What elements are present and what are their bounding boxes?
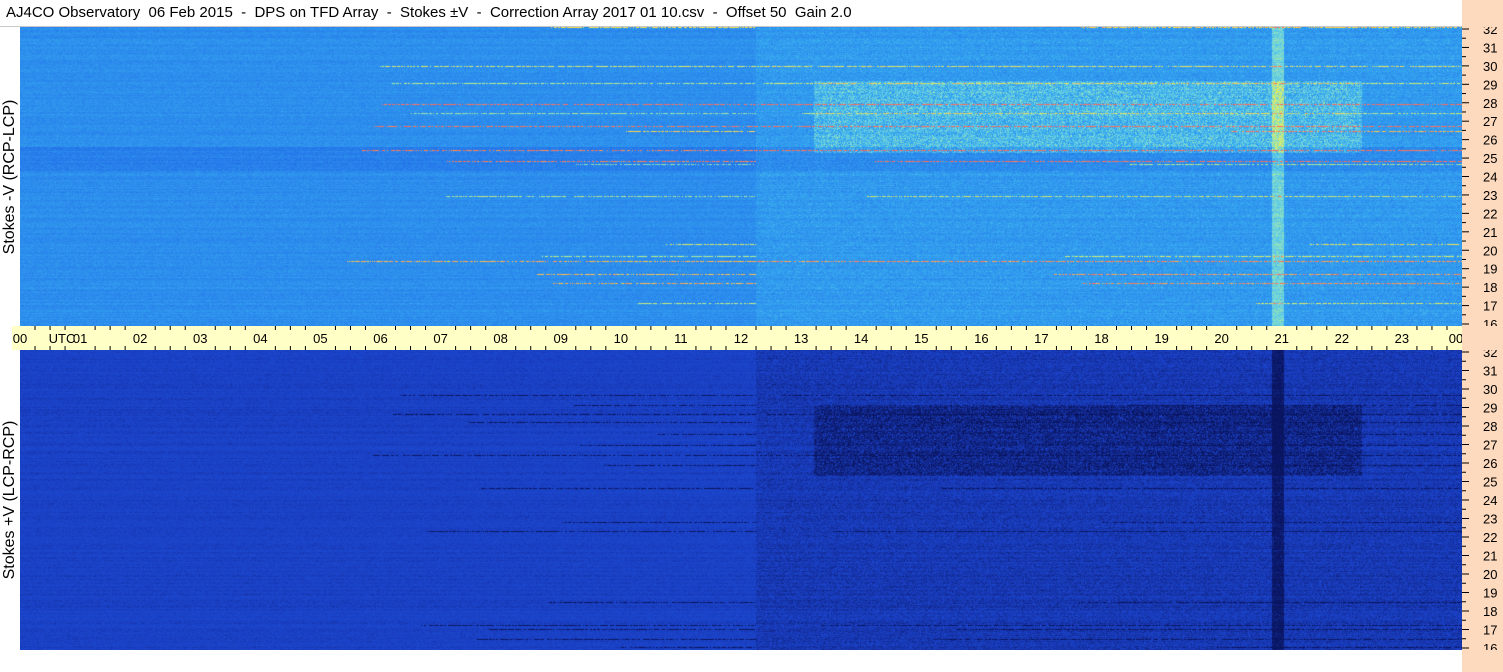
freq-tick-label: 27 xyxy=(1483,114,1497,129)
time-tick-label: 06 xyxy=(373,331,387,346)
freq-tick-label: 32 xyxy=(1483,27,1497,37)
time-tick-label: 01 xyxy=(73,331,87,346)
freq-tick-label: 24 xyxy=(1483,170,1497,185)
time-tick-label: 19 xyxy=(1154,331,1168,346)
top-ylabel-area: Stokes -V (RCP-LCP) xyxy=(0,27,20,326)
freq-tick-label: 18 xyxy=(1483,280,1497,295)
chart-title: AJ4CO Observatory 06 Feb 2015 - DPS on T… xyxy=(6,4,852,21)
time-tick-label: 14 xyxy=(854,331,868,346)
time-tick-label: 07 xyxy=(433,331,447,346)
time-tick-label: 09 xyxy=(554,331,568,346)
time-tick-label: 02 xyxy=(133,331,147,346)
freq-tick-label: 29 xyxy=(1483,401,1497,416)
freq-tick-label: 19 xyxy=(1483,262,1497,277)
freq-tick-label: 27 xyxy=(1483,438,1497,453)
time-axis-svg: 00 UTC01 02 03 04 05 06 07 08 09 10 11 12 13 14 15 16 17 1… xyxy=(13,326,1462,350)
time-axis: 00 UTC 01 02 03 04 05 06 07 08 09 10 11 12 13 14 15 16 17 1… xyxy=(12,326,1462,350)
time-tick-label: 05 xyxy=(313,331,327,346)
freq-tick-label: 22 xyxy=(1483,530,1497,545)
freq-tick-label: 17 xyxy=(1483,623,1497,638)
freq-tick-label: 29 xyxy=(1483,77,1497,92)
freq-tick-label: 21 xyxy=(1483,549,1497,564)
time-tick-label: 03 xyxy=(193,331,207,346)
time-tick-label: 20 xyxy=(1214,331,1228,346)
bottom-frequency-axis-svg: 32 31 30 29 28 27 26 25 24 23 22 21 20 19 18 17 16 xyxy=(1462,350,1497,650)
time-tick-label: 16 xyxy=(974,331,988,346)
freq-tick-label: 28 xyxy=(1483,419,1497,434)
freq-tick-label: 21 xyxy=(1483,225,1497,240)
bottom-spectrogram-panel xyxy=(20,350,1462,650)
bottom-frequency-axis: 32 31 30 29 28 27 26 25 24 23 22 21 20 19 18 17 16 xyxy=(1462,350,1503,650)
stokes-plus-v-heatmap xyxy=(20,350,1462,650)
freq-tick-label: 31 xyxy=(1483,40,1497,55)
freq-tick-label: 30 xyxy=(1483,59,1497,74)
freq-tick-label: 25 xyxy=(1483,475,1497,490)
time-tick-label: 23 xyxy=(1395,331,1409,346)
freq-tick-label: 31 xyxy=(1483,364,1497,379)
time-tick-label: 12 xyxy=(734,331,748,346)
top-frequency-axis-svg: 32 31 30 29 28 27 26 25 24 23 22 21 20 19 18 17 16 xyxy=(1462,27,1497,326)
freq-tick-label: 18 xyxy=(1483,604,1497,619)
top-spectrogram-panel xyxy=(20,27,1462,326)
top-frequency-axis: 32 31 30 29 28 27 26 25 24 23 22 21 20 19 18 17 16 xyxy=(1462,27,1503,326)
top-panel-ylabel: Stokes -V (RCP-LCP) xyxy=(1,99,18,254)
freq-tick-label: 26 xyxy=(1483,456,1497,471)
freq-tick-label: 20 xyxy=(1483,567,1497,582)
time-tick-label: 04 xyxy=(253,331,267,346)
freq-tick-label: 24 xyxy=(1483,493,1497,508)
time-tick-label: 10 xyxy=(614,331,628,346)
bottom-ylabel-area: Stokes +V (LCP-RCP) xyxy=(0,350,20,650)
freq-tick-label: 16 xyxy=(1483,317,1497,326)
time-tick-label: 11 xyxy=(674,331,688,346)
freq-tick-label: 17 xyxy=(1483,299,1497,314)
freq-tick-label: 23 xyxy=(1483,512,1497,527)
freq-tick-label: 26 xyxy=(1483,133,1497,148)
title-bar: AJ4CO Observatory 06 Feb 2015 - DPS on T… xyxy=(0,0,1462,27)
freq-tick-label: 25 xyxy=(1483,151,1497,166)
freq-tick-label: 19 xyxy=(1483,586,1497,601)
time-tick-label: UTC xyxy=(49,331,76,346)
time-tick-label: 13 xyxy=(794,331,808,346)
time-tick-label: 15 xyxy=(914,331,928,346)
freq-tick-label: 32 xyxy=(1483,350,1497,360)
stokes-minus-v-heatmap xyxy=(20,27,1462,326)
time-tick-label: 00 xyxy=(13,331,27,346)
freq-tick-label: 20 xyxy=(1483,243,1497,258)
time-tick-label: 18 xyxy=(1094,331,1108,346)
freq-tick-label: 22 xyxy=(1483,206,1497,221)
freq-tick-label: 30 xyxy=(1483,382,1497,397)
freq-tick-label: 28 xyxy=(1483,96,1497,111)
time-tick-label: 08 xyxy=(493,331,507,346)
freq-tick-label: 23 xyxy=(1483,188,1497,203)
time-tick-label: 17 xyxy=(1034,331,1048,346)
time-tick-label: 22 xyxy=(1335,331,1349,346)
bottom-panel-ylabel: Stokes +V (LCP-RCP) xyxy=(1,420,18,580)
freq-tick-label: 16 xyxy=(1483,641,1497,650)
time-tick-label: 21 xyxy=(1275,331,1289,346)
